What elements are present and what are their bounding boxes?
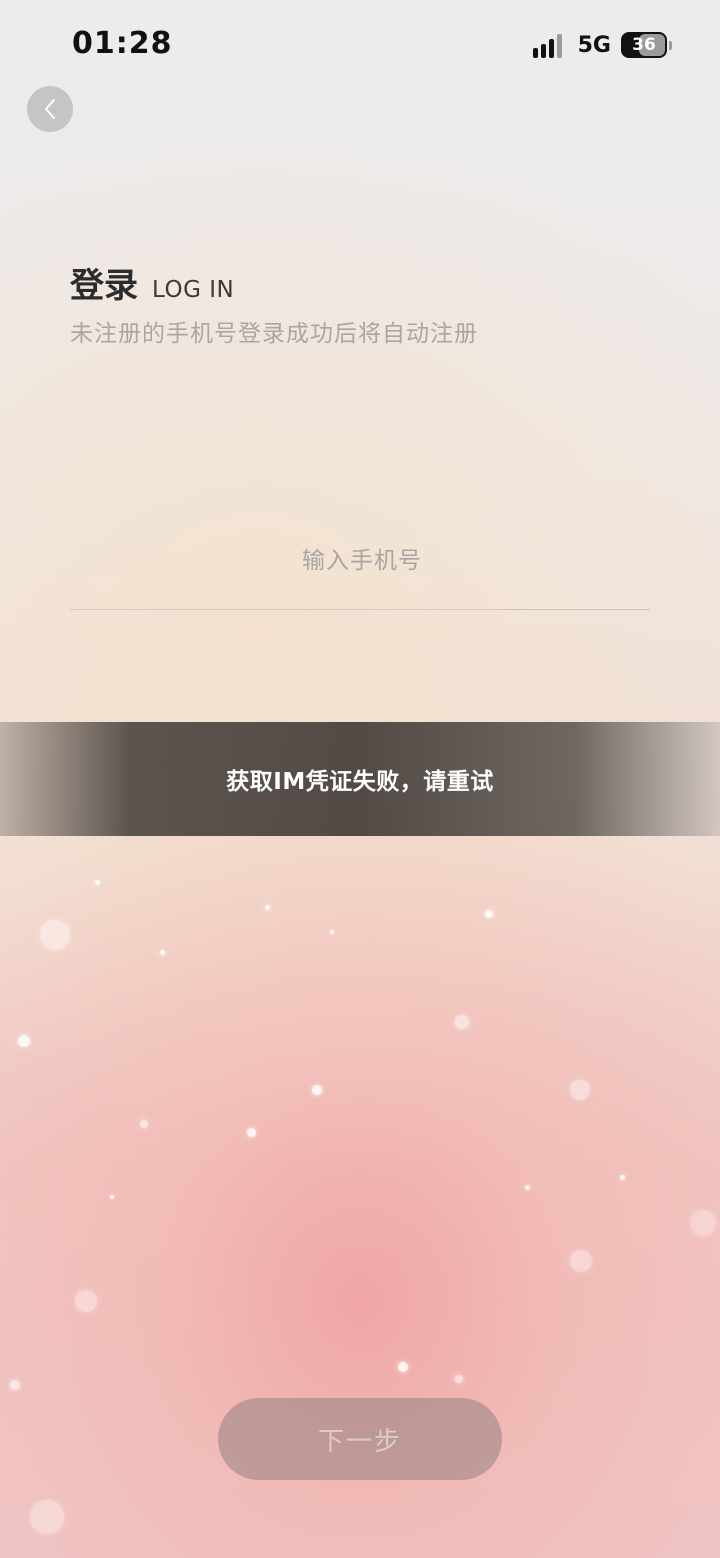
signal-icon: [532, 32, 562, 58]
login-heading: 登录 LOG IN: [70, 258, 234, 307]
register-hint: 未注册的手机号登录成功后将自动注册: [70, 321, 478, 347]
battery-icon: 36: [621, 32, 667, 58]
status-bar: 01:28 5G 36: [0, 0, 720, 96]
toast-message: 获取IM凭证失败，请重试: [226, 769, 494, 795]
battery-level: 36: [632, 35, 656, 55]
error-toast: 获取IM凭证失败，请重试: [0, 722, 720, 836]
status-time: 01:28: [72, 26, 173, 61]
input-underline: [70, 609, 650, 610]
network-type: 5G: [577, 32, 611, 58]
phone-input[interactable]: [70, 530, 654, 592]
status-indicators: 5G 36: [532, 32, 672, 58]
battery-tip: [669, 40, 672, 50]
back-button[interactable]: [27, 86, 73, 132]
next-button[interactable]: 下一步: [218, 1398, 502, 1480]
page-title: 登录: [70, 266, 138, 306]
chevron-left-icon: [43, 98, 57, 120]
page-subtitle: LOG IN: [152, 277, 235, 303]
